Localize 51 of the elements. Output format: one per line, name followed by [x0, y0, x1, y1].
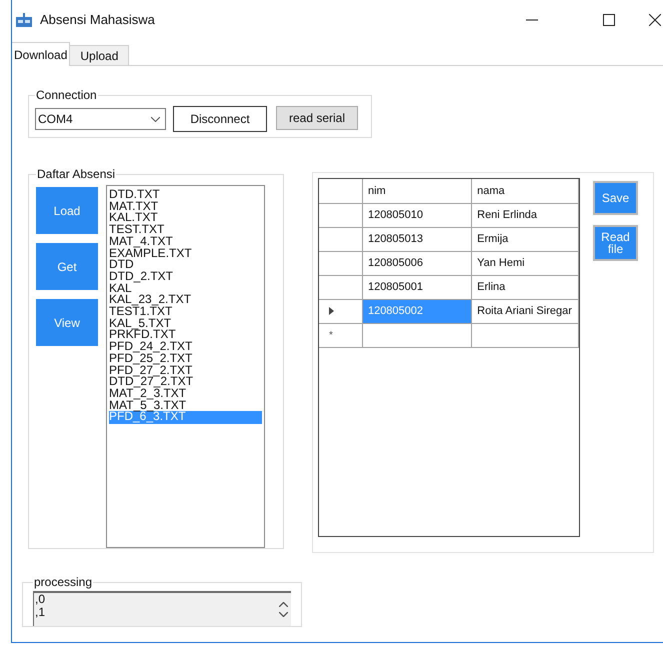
- table-cell: Ermija: [472, 227, 578, 251]
- file-list-item[interactable]: KAL: [109, 282, 262, 294]
- group-title: Connection: [35, 87, 98, 104]
- table-cell: 120805001: [362, 275, 472, 299]
- log-line: ,1: [35, 606, 46, 619]
- file-list-item[interactable]: KAL_5.TXT: [109, 318, 262, 330]
- scroll-down-icon[interactable]: [278, 612, 288, 617]
- file-list-item[interactable]: MAT_2_3.TXT: [109, 388, 262, 400]
- scroll-up-icon[interactable]: [278, 602, 288, 607]
- tab[interactable]: Download: [12, 42, 70, 66]
- file-list-item[interactable]: DTD: [109, 259, 262, 271]
- file-list-item[interactable]: PFD_27_2.TXT: [109, 364, 262, 376]
- table-cell: Reni Erlinda: [472, 203, 578, 227]
- group-title: processing: [33, 574, 94, 591]
- log-textarea[interactable]: ,0 ,1: [33, 591, 291, 626]
- table-cell: 120805010: [362, 203, 472, 227]
- log-line: ,0: [35, 593, 46, 606]
- tab[interactable]: Upload: [70, 45, 130, 65]
- table-cell: Erlina: [472, 275, 578, 299]
- file-list-item[interactable]: DTD_2.TXT: [109, 270, 262, 283]
- file-list-item[interactable]: PFD_25_2.TXT: [109, 352, 262, 365]
- new-row-marker: *: [329, 330, 333, 341]
- table-cell: Yan Hemi: [472, 251, 578, 275]
- file-list-item[interactable]: EXAMPLE.TXT: [109, 248, 262, 260]
- file-list-item[interactable]: TEST1.TXT: [109, 306, 262, 318]
- close-icon[interactable]: [649, 14, 661, 26]
- table-cell: 120805002: [362, 299, 472, 323]
- window-title: Absensi Mahasiswa: [40, 11, 155, 30]
- table-cell: 120805013: [362, 227, 472, 251]
- file-list-item[interactable]: MAT.TXT: [109, 200, 262, 212]
- disconnect-button[interactable]: Disconnect: [173, 106, 267, 132]
- file-list-item[interactable]: MAT_4.TXT: [109, 236, 262, 248]
- table-cell: 120805006: [362, 251, 472, 275]
- file-list-item[interactable]: MAT_5_3.TXT: [109, 400, 262, 412]
- chevron-down-icon: [151, 116, 160, 122]
- file-list-item[interactable]: PFD_24_2.TXT: [109, 341, 262, 353]
- app-icon: [16, 13, 32, 27]
- file-list-item[interactable]: KAL_23_2.TXT: [109, 294, 262, 306]
- file-list-item[interactable]: DTD.TXT: [109, 189, 262, 201]
- file-list-item[interactable]: TEST.TXT: [109, 224, 262, 236]
- group-title: Daftar Absensi: [36, 166, 116, 183]
- maximize-icon[interactable]: [603, 14, 615, 26]
- file-list-item[interactable]: KAL.TXT: [109, 212, 262, 224]
- column-header[interactable]: nama: [472, 179, 578, 203]
- file-list-item[interactable]: PRKFD.TXT: [109, 329, 262, 342]
- port-dropdown[interactable]: COM4: [35, 108, 166, 130]
- file-list-item[interactable]: DTD_27_2.TXT: [109, 376, 262, 388]
- table-cell: Roita Ariani Siregar: [472, 299, 578, 323]
- column-header[interactable]: nim: [362, 179, 472, 203]
- file-list[interactable]: [106, 185, 265, 548]
- read-serial-button[interactable]: read serial: [276, 106, 358, 130]
